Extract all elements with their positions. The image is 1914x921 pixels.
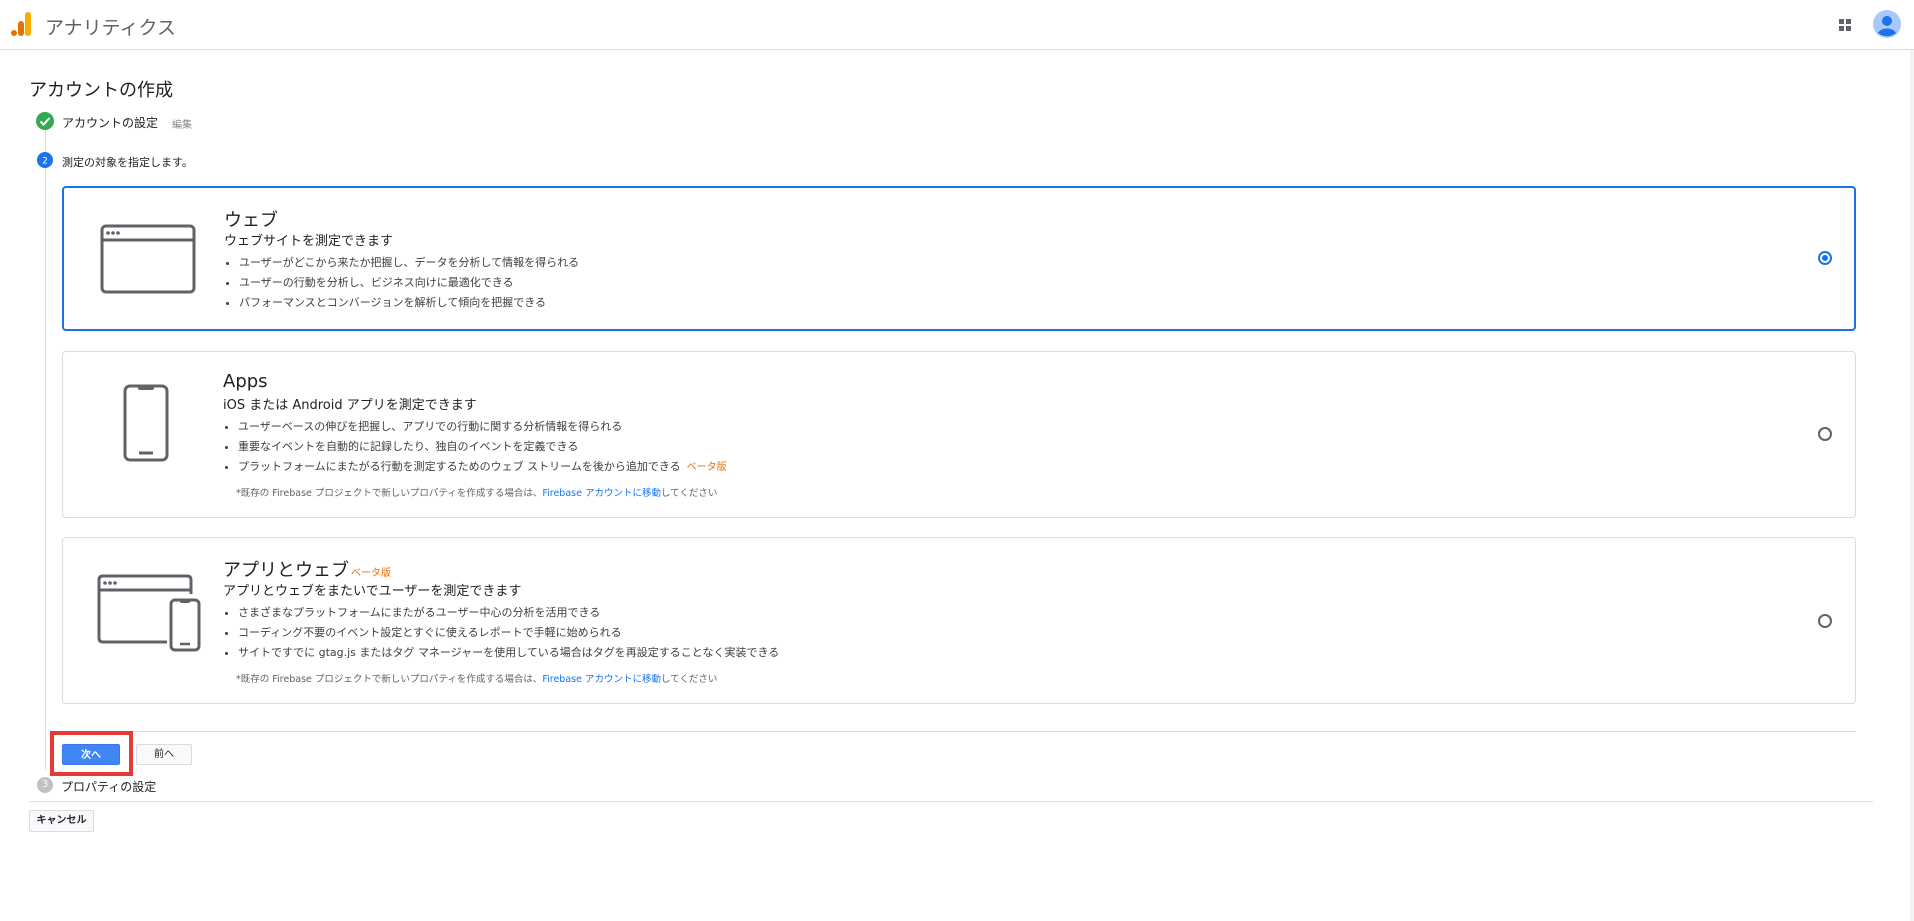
- firebase-note: *既存の Firebase プロジェクトで新しいプロパティを作成する場合は、Fi…: [236, 671, 717, 685]
- radio-app-and-web[interactable]: [1818, 614, 1832, 628]
- stepper-line: [45, 130, 46, 770]
- feature-item-text: プラットフォームにまたがる行動を測定するためのウェブ ストリームを後から追加でき…: [238, 460, 681, 473]
- browser-and-phone-icon: [97, 574, 201, 652]
- scrollbar[interactable]: [1910, 50, 1914, 921]
- option-web-card[interactable]: ウェブ ウェブサイトを測定できます ユーザーがどこから来たか把握し、データを分析…: [62, 186, 1856, 331]
- step-number-3-icon: 3: [37, 777, 53, 793]
- note-suffix: してください: [660, 488, 718, 499]
- apps-grid-icon[interactable]: [1837, 17, 1853, 33]
- option-title: ウェブ: [224, 210, 278, 231]
- firebase-note: *既存の Firebase プロジェクトで新しいプロパティを作成する場合は、Fi…: [236, 485, 717, 499]
- beta-badge: ベータ版: [686, 462, 727, 473]
- step-account-settings: アカウントの設定: [62, 116, 159, 130]
- browser-window-icon: [100, 224, 196, 294]
- note-suffix: してください: [660, 674, 718, 685]
- option-subtitle: アプリとウェブをまたいでユーザーを測定できます: [223, 584, 522, 599]
- mobile-phone-icon: [123, 384, 169, 462]
- step-property-settings: プロパティの設定: [61, 780, 157, 794]
- feature-item: ユーザーの行動を分析し、ビジネス向けに最適化できる: [239, 273, 579, 293]
- option-title: アプリとウェブ: [223, 560, 349, 581]
- svg-text:2: 2: [42, 157, 48, 167]
- beta-badge: ベータ版: [351, 568, 391, 579]
- radio-apps[interactable]: [1818, 427, 1832, 441]
- divider: [29, 801, 1873, 802]
- firebase-account-link[interactable]: Firebase アカウントに移動: [542, 488, 661, 499]
- analytics-logo-icon[interactable]: [10, 11, 32, 37]
- option-subtitle: iOS または Android アプリを測定できます: [223, 398, 477, 413]
- divider: [62, 731, 1856, 732]
- check-circle-icon: [36, 112, 54, 130]
- feature-item: ユーザーがどこから来たか把握し、データを分析して情報を得られる: [239, 253, 579, 273]
- feature-item: パフォーマンスとコンバージョンを解析して傾向を把握できる: [239, 293, 579, 313]
- feature-item: 重要なイベントを自動的に記録したり、独自のイベントを定義できる: [238, 437, 727, 457]
- firebase-account-link[interactable]: Firebase アカウントに移動: [542, 674, 661, 685]
- note-prefix: *既存の Firebase プロジェクトで新しいプロパティを作成する場合は、: [236, 488, 543, 499]
- back-button[interactable]: 前へ: [136, 744, 192, 765]
- option-subtitle: ウェブサイトを測定できます: [224, 234, 394, 249]
- top-app-bar: アナリティクス: [0, 0, 1914, 50]
- feature-list: ユーザーベースの伸びを把握し、アプリでの行動に関する分析情報を得られる 重要なイ…: [223, 417, 727, 477]
- feature-item: プラットフォームにまたがる行動を測定するためのウェブ ストリームを後から追加でき…: [238, 457, 727, 477]
- option-title-row: アプリとウェブ ベータ版: [223, 556, 391, 582]
- feature-item: ユーザーベースの伸びを把握し、アプリでの行動に関する分析情報を得られる: [238, 417, 727, 437]
- feature-list: ユーザーがどこから来たか把握し、データを分析して情報を得られる ユーザーの行動を…: [224, 253, 579, 313]
- feature-item: さまざまなプラットフォームにまたがるユーザー中心の分析を活用できる: [238, 603, 779, 623]
- step-number-2-icon: 2: [37, 152, 53, 168]
- option-apps-card[interactable]: Apps iOS または Android アプリを測定できます ユーザーベースの…: [62, 351, 1856, 518]
- step-measure-target: 測定の対象を指定します。: [62, 156, 193, 169]
- cancel-button[interactable]: キャンセル: [29, 810, 94, 832]
- feature-list: さまざまなプラットフォームにまたがるユーザー中心の分析を活用できる コーディング…: [223, 603, 779, 663]
- account-avatar-icon[interactable]: [1873, 10, 1901, 38]
- step-edit-link[interactable]: 編集: [172, 116, 192, 131]
- radio-web[interactable]: [1818, 251, 1832, 265]
- app-title: アナリティクス: [45, 17, 176, 39]
- page-title: アカウントの作成: [29, 80, 173, 101]
- option-app-and-web-card[interactable]: アプリとウェブベータ版 アプリとウェブをまたいでユーザーを測定できます さまざま…: [62, 537, 1856, 704]
- feature-item: サイトですでに gtag.js またはタグ マネージャーを使用している場合はタグ…: [238, 643, 779, 663]
- option-title: Apps: [223, 371, 268, 392]
- highlight-box: [50, 731, 133, 776]
- note-prefix: *既存の Firebase プロジェクトで新しいプロパティを作成する場合は、: [236, 674, 543, 685]
- feature-item: コーディング不要のイベント設定とすぐに使えるレポートで手軽に始められる: [238, 623, 779, 643]
